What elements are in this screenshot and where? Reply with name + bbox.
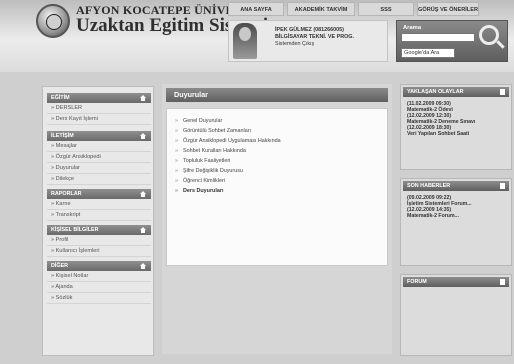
announcement-video-chat[interactable]: » Görüntülü Sohbet Zamanları xyxy=(175,127,251,136)
sidebar: EĞİTİM » DERSLER » Ders Kayıt İşlemi İLE… xyxy=(42,86,154,356)
sidebar-item-free-encyclopedia[interactable]: » Özgür Ansiklopedi xyxy=(47,152,151,163)
announcement-community[interactable]: » Topluluk Faaliyetleri xyxy=(175,157,230,166)
page-title: Duyurular xyxy=(166,88,388,102)
document-icon xyxy=(500,89,505,95)
section-title: RAPORLAR xyxy=(51,191,82,197)
sidebar-item-announcements[interactable]: » Duyurular xyxy=(47,163,151,174)
search-label: Arama xyxy=(403,25,422,31)
home-icon xyxy=(140,263,146,269)
sidebar-item-user-operations[interactable]: » Kullanıcı İşlemleri xyxy=(47,246,151,257)
user-info-panel: İPEK GÜLMEZ (081266005) BİLGİSAYAR TEKNİ… xyxy=(228,20,388,62)
sidebar-item-dictionary[interactable]: » Sözlük xyxy=(47,293,151,304)
upcoming-events-title: YAKLAŞAN OLAYLAR xyxy=(403,87,509,97)
sidebar-item-report-card[interactable]: » Karne xyxy=(47,199,151,210)
header: AFYON KOCATEPE ÜNİVERSİTESİ Uzaktan Egit… xyxy=(0,0,514,72)
main-content: Duyurular » Genel Duyurular » Görüntülü So… xyxy=(162,84,392,354)
nav-faq[interactable]: SSS xyxy=(358,2,414,16)
news-item[interactable]: Matematik-2 Forum... xyxy=(407,213,459,219)
search-engine-select[interactable]: Google'da Ara xyxy=(401,48,455,58)
sidebar-item-personal-notes[interactable]: » Kişisel Notlar xyxy=(47,271,151,282)
section-title: KİŞİSEL BİLGİLER xyxy=(51,227,99,233)
sidebar-item-petition[interactable]: » Dilekçe xyxy=(47,174,151,185)
document-icon xyxy=(500,183,505,189)
nav-feedback[interactable]: GÖRÜŞ VE ÖNERİLER xyxy=(417,2,479,16)
forum-panel: FORUM xyxy=(400,274,512,356)
latest-news-title: SON HABERLER xyxy=(403,181,509,191)
section-title: DİĞER xyxy=(51,263,69,269)
sidebar-item-transcript[interactable]: » Transkript xyxy=(47,210,151,221)
sidebar-item-messages[interactable]: » Mesajlar xyxy=(47,141,151,152)
logout-link[interactable]: Sistemden Çıkış xyxy=(275,41,314,47)
sidebar-section-education[interactable]: EĞİTİM xyxy=(47,93,151,103)
forum-title: FORUM xyxy=(403,277,509,287)
announcement-student-ids[interactable]: » Öğrenci Kimlikleri xyxy=(175,177,225,186)
sidebar-section-other[interactable]: DİĞER xyxy=(47,261,151,271)
sidebar-item-course-registration[interactable]: » Ders Kayıt İşlemi xyxy=(47,114,151,125)
search-panel: Arama Google'da Ara xyxy=(396,20,508,62)
user-program: BİLGİSAYAR TEKNİ. VE PROG. xyxy=(275,34,354,40)
sidebar-item-profile[interactable]: » Profil xyxy=(47,235,151,246)
sidebar-section-communication[interactable]: İLETİŞİM xyxy=(47,131,151,141)
section-title: EĞİTİM xyxy=(51,95,70,101)
announcement-encyclopedia[interactable]: » Özgür Ansiklopedi Uygulaması Hakkında xyxy=(175,137,281,146)
home-icon xyxy=(140,227,146,233)
event-item[interactable]: Veri Yapıları Sohbet Saati xyxy=(407,131,469,137)
sidebar-section-reports[interactable]: RAPORLAR xyxy=(47,189,151,199)
top-nav: ANA SAYFA AKADEMİK TAKVİM SSS GÖRÜŞ VE Ö… xyxy=(228,2,482,16)
announcement-password-change[interactable]: » Şifre Değişiklik Duyurusu xyxy=(175,167,243,176)
sidebar-item-courses[interactable]: » DERSLER xyxy=(47,103,151,114)
user-name: İPEK GÜLMEZ (081266005) xyxy=(275,27,344,33)
university-seal-logo xyxy=(36,4,70,38)
latest-news-panel: SON HABERLER (09.02.2009 09:22) İşletim … xyxy=(400,178,512,266)
search-input[interactable] xyxy=(401,33,475,42)
home-icon xyxy=(140,133,146,139)
announcement-chat-rules[interactable]: » Sohbet Kuralları Hakkında xyxy=(175,147,246,156)
search-icon[interactable] xyxy=(479,25,499,45)
announcement-general[interactable]: » Genel Duyurular xyxy=(175,117,222,126)
document-icon xyxy=(500,279,505,285)
upcoming-events-panel: YAKLAŞAN OLAYLAR (11.02.2009 09:30) Mate… xyxy=(400,84,512,170)
sidebar-section-personal-info[interactable]: KİŞİSEL BİLGİLER xyxy=(47,225,151,235)
section-title: İLETİŞİM xyxy=(51,133,74,139)
user-avatar xyxy=(233,23,257,59)
home-icon xyxy=(140,95,146,101)
nav-academic-calendar[interactable]: AKADEMİK TAKVİM xyxy=(287,2,355,16)
announcement-list: » Genel Duyurular » Görüntülü Sohbet Zaman… xyxy=(166,108,388,266)
home-icon xyxy=(140,191,146,197)
nav-home[interactable]: ANA SAYFA xyxy=(228,2,284,16)
sidebar-item-agenda[interactable]: » Ajanda xyxy=(47,282,151,293)
announcement-course[interactable]: » Ders Duyuruları xyxy=(175,187,223,196)
right-column: YAKLAŞAN OLAYLAR (11.02.2009 09:30) Mate… xyxy=(400,84,512,356)
